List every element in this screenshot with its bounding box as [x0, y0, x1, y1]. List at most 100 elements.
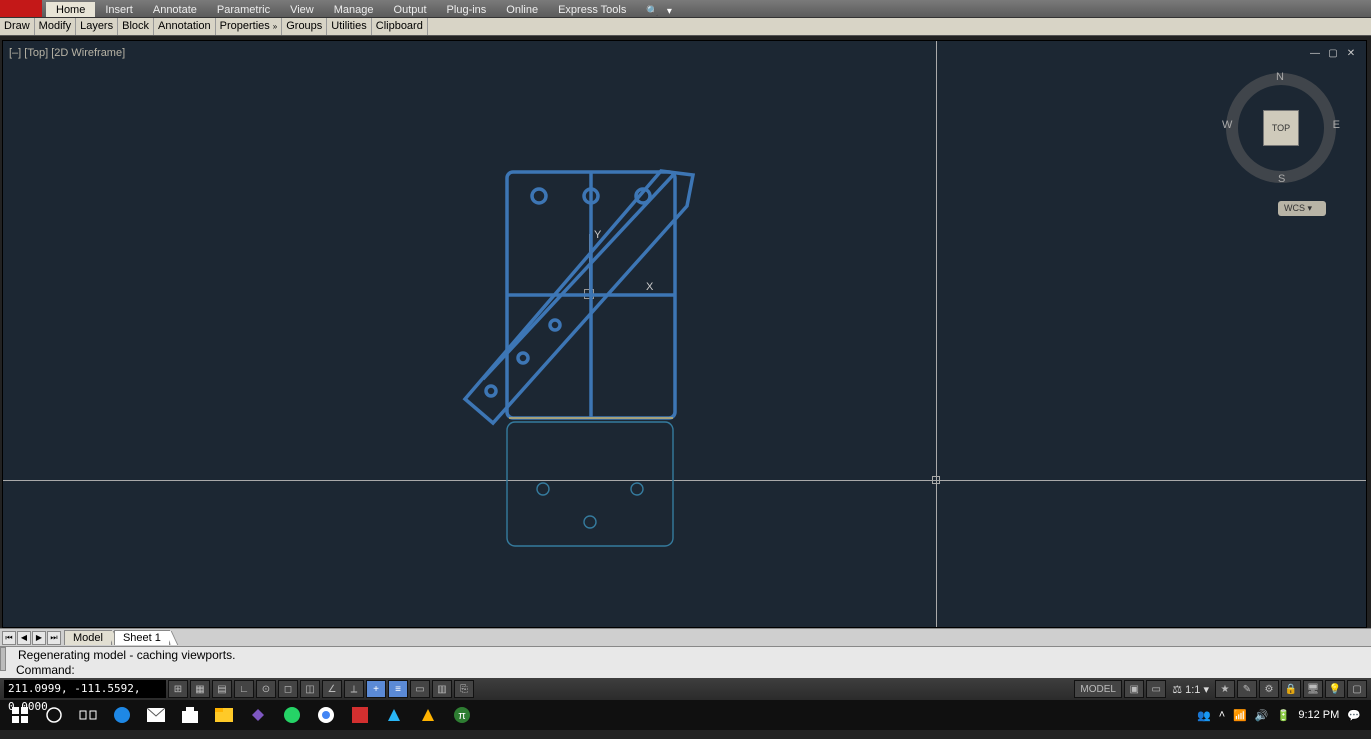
- tray-clock[interactable]: 9:12 PM: [1298, 709, 1339, 721]
- status-ducs[interactable]: ⟂: [344, 680, 364, 698]
- status-grid[interactable]: ▤: [212, 680, 232, 698]
- compass-s[interactable]: S: [1278, 173, 1285, 185]
- edge-icon[interactable]: [106, 701, 138, 729]
- view-cube[interactable]: TOP N S W E: [1226, 73, 1336, 183]
- explorer-icon[interactable]: [208, 701, 240, 729]
- drawing-viewport[interactable]: [–] [Top] [2D Wireframe] — ▢ ✕ TOP N S W…: [2, 40, 1367, 628]
- status-otrack[interactable]: ∠: [322, 680, 342, 698]
- ribbon-tab-view[interactable]: View: [280, 2, 324, 17]
- tab-nav-first[interactable]: ⏮: [2, 631, 16, 645]
- start-button[interactable]: [4, 701, 36, 729]
- layout-tabs: ⏮ ◀ ▶ ⏭ Model Sheet 1: [0, 628, 1371, 646]
- taskview-icon[interactable]: [72, 701, 104, 729]
- status-polar[interactable]: ⊙: [256, 680, 276, 698]
- status-isolate-icon[interactable]: 💡: [1325, 680, 1345, 698]
- command-line[interactable]: Regenerating model - caching viewports. …: [0, 646, 1371, 678]
- status-osnap[interactable]: ◻: [278, 680, 298, 698]
- tray-people-icon[interactable]: 👥: [1197, 709, 1211, 722]
- panel-clipboard[interactable]: Clipboard: [372, 18, 428, 35]
- ribbon-tab-manage[interactable]: Manage: [324, 2, 384, 17]
- layout-tab-sheet1[interactable]: Sheet 1: [114, 630, 170, 645]
- ribbon-tab-plugins[interactable]: Plug-ins: [437, 2, 497, 17]
- coordinate-display[interactable]: 211.0999, -111.5592, 0.0000: [4, 680, 166, 698]
- status-layout-grid-icon[interactable]: ▣: [1124, 680, 1144, 698]
- ribbon-tab-insert[interactable]: Insert: [95, 2, 143, 17]
- store-icon[interactable]: [174, 701, 206, 729]
- status-sc[interactable]: ⎘: [454, 680, 474, 698]
- status-infer[interactable]: ⊞: [168, 680, 188, 698]
- tray-expand-icon[interactable]: ˄: [1219, 709, 1225, 721]
- panel-modify[interactable]: Modify: [35, 18, 76, 35]
- viewport-minimize-button[interactable]: —: [1308, 47, 1322, 59]
- viewport-close-button[interactable]: ✕: [1344, 47, 1358, 59]
- pickbox: [932, 476, 940, 484]
- status-dyn[interactable]: +: [366, 680, 386, 698]
- compass-w[interactable]: W: [1222, 119, 1232, 131]
- status-quickview-icon[interactable]: ▭: [1146, 680, 1166, 698]
- status-model-button[interactable]: MODEL: [1074, 680, 1122, 698]
- taskbar-app1-icon[interactable]: [378, 701, 410, 729]
- mail-icon[interactable]: [140, 701, 172, 729]
- view-cube-face[interactable]: TOP: [1263, 110, 1299, 146]
- panel-utilities[interactable]: Utilities: [327, 18, 371, 35]
- acrobat-icon[interactable]: [344, 701, 376, 729]
- status-bar: 211.0999, -111.5592, 0.0000 ⊞ ▦ ▤ ∟ ⊙ ◻ …: [0, 678, 1371, 700]
- status-hardware-icon[interactable]: 🖥: [1303, 680, 1323, 698]
- status-workspace-icon[interactable]: ⚙: [1259, 680, 1279, 698]
- status-lwt[interactable]: ≡: [388, 680, 408, 698]
- viewport-label[interactable]: [–] [Top] [2D Wireframe]: [9, 47, 125, 59]
- status-qp[interactable]: ▥: [432, 680, 452, 698]
- status-toolbar-lock-icon[interactable]: 🔒: [1281, 680, 1301, 698]
- command-drag-handle[interactable]: [0, 647, 6, 671]
- compass-n[interactable]: N: [1276, 71, 1284, 83]
- panel-properties[interactable]: Properties»: [216, 18, 283, 35]
- panel-annotation[interactable]: Annotation: [154, 18, 216, 35]
- visualstudio-icon[interactable]: [242, 701, 274, 729]
- ucs-x-axis: [589, 294, 649, 295]
- panel-draw[interactable]: Draw: [0, 18, 35, 35]
- ribbon-tab-express[interactable]: Express Tools: [548, 2, 636, 17]
- tray-volume-icon[interactable]: 🔊: [1255, 709, 1269, 722]
- quick-access-toolbar: 🔍 ▾: [646, 6, 671, 17]
- status-annoscale[interactable]: ⚖ 1:1 ▾: [1168, 683, 1213, 696]
- whatsapp-icon[interactable]: [276, 701, 308, 729]
- tray-network-icon[interactable]: 📶: [1233, 709, 1247, 722]
- command-prompt: Command:: [16, 663, 75, 677]
- tab-nav-next[interactable]: ▶: [32, 631, 46, 645]
- ucs-y-axis: [589, 234, 590, 294]
- ribbon-tab-parametric[interactable]: Parametric: [207, 2, 280, 17]
- status-tpy[interactable]: ▭: [410, 680, 430, 698]
- taskbar-app2-icon[interactable]: [412, 701, 444, 729]
- chrome-icon[interactable]: [310, 701, 342, 729]
- panel-groups[interactable]: Groups: [282, 18, 327, 35]
- panel-block[interactable]: Block: [118, 18, 154, 35]
- search-icon[interactable]: 🔍: [646, 6, 658, 17]
- ribbon-tab-output[interactable]: Output: [384, 2, 437, 17]
- taskbar-pi-icon[interactable]: π: [446, 701, 478, 729]
- status-annovis-icon[interactable]: ★: [1215, 680, 1235, 698]
- svg-text:π: π: [458, 710, 466, 722]
- ribbon-tab-annotate[interactable]: Annotate: [143, 2, 207, 17]
- tray-battery-icon[interactable]: 🔋: [1277, 709, 1291, 722]
- panel-layers[interactable]: Layers: [76, 18, 118, 35]
- status-cleanscreen-icon[interactable]: ▢: [1347, 680, 1367, 698]
- status-snap[interactable]: ▦: [190, 680, 210, 698]
- tab-nav-last[interactable]: ⏭: [47, 631, 61, 645]
- status-annoauto-icon[interactable]: ✎: [1237, 680, 1257, 698]
- wcs-dropdown[interactable]: WCS ▾: [1278, 201, 1326, 216]
- status-ortho[interactable]: ∟: [234, 680, 254, 698]
- command-input[interactable]: [75, 663, 78, 677]
- viewport-maximize-button[interactable]: ▢: [1326, 47, 1340, 59]
- tab-nav-prev[interactable]: ◀: [17, 631, 31, 645]
- layout-tab-model[interactable]: Model: [64, 630, 112, 645]
- app-menu-button[interactable]: [0, 0, 42, 17]
- drawing-canvas: [3, 41, 1367, 628]
- qat-dropdown[interactable]: ▾: [667, 6, 672, 17]
- crosshair-vertical: [936, 41, 937, 627]
- cortana-icon[interactable]: [38, 701, 70, 729]
- tray-notifications-icon[interactable]: 💬: [1347, 709, 1361, 722]
- ribbon-tab-online[interactable]: Online: [496, 2, 548, 17]
- status-3dosnap[interactable]: ◫: [300, 680, 320, 698]
- ribbon-tab-home[interactable]: Home: [46, 2, 95, 17]
- compass-e[interactable]: E: [1333, 119, 1340, 131]
